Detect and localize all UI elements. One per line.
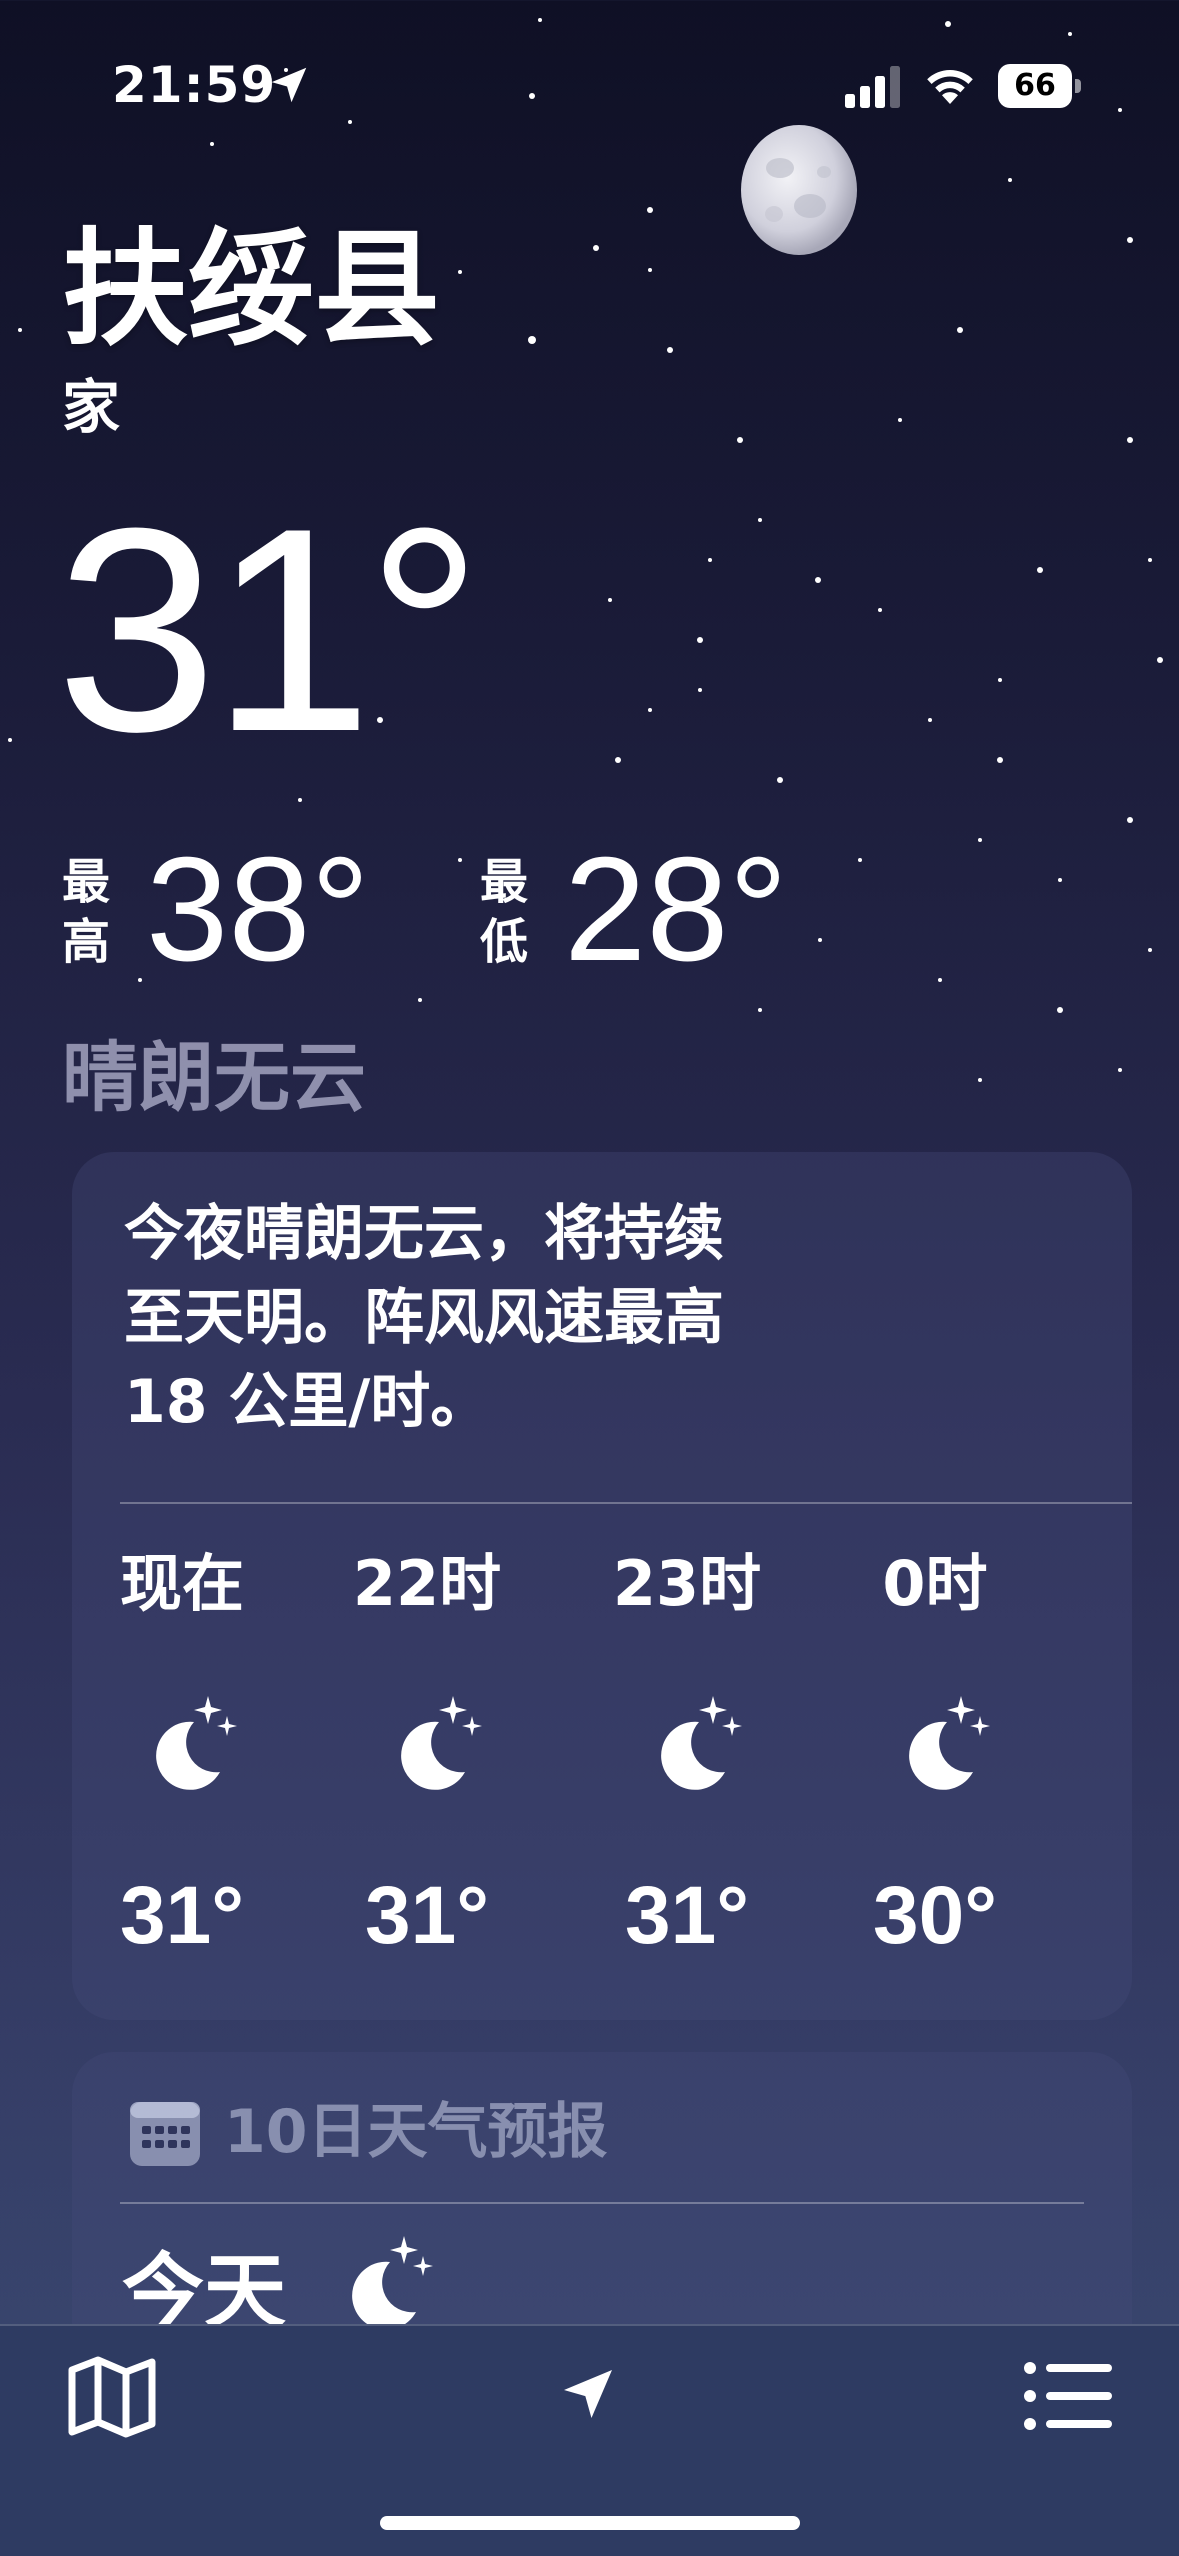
status-bar: 21:59 66 <box>0 0 1179 160</box>
weather-condition: 晴朗无云 <box>62 1033 366 1122</box>
bottom-toolbar <box>0 2324 1179 2556</box>
home-indicator[interactable] <box>380 2516 800 2530</box>
high-low-row: 最 高 38° 最 低 28° <box>62 830 962 990</box>
moon-stars-icon <box>401 1696 482 1790</box>
moon-image <box>741 125 857 255</box>
hour-label: 现在 <box>119 1547 244 1620</box>
card-divider <box>120 2202 1084 2204</box>
battery-icon: 66 <box>998 64 1081 108</box>
hour-temperature: 31° <box>119 1870 244 1961</box>
wifi-icon <box>927 69 973 104</box>
forecast-title: 10日天气预报 <box>224 2097 608 2167</box>
low-temperature: 28° <box>564 827 788 992</box>
moon-stars-icon <box>156 1696 237 1790</box>
hour-label: 0时 <box>882 1547 988 1620</box>
hour-item-23[interactable]: 23时 31° <box>577 1152 797 2020</box>
high-temperature: 38° <box>146 827 370 992</box>
hour-label: 23时 <box>612 1547 762 1620</box>
moon-stars-icon <box>909 1696 990 1790</box>
hour-item-22[interactable]: 22时 31° <box>317 1152 537 2020</box>
hour-item-0[interactable]: 0时 30° <box>825 1152 1045 2020</box>
current-temperature: 31° <box>56 468 483 792</box>
location-arrow-icon <box>271 67 307 103</box>
calendar-icon <box>130 2102 200 2166</box>
location-arrow-icon[interactable] <box>556 2362 620 2426</box>
city-name: 扶绥县 <box>62 216 440 363</box>
hourly-forecast-card[interactable]: 今夜晴朗无云，将持续 至天明。阵风风速最高 18 公里/时。 现在 31° 22… <box>72 1152 1132 2020</box>
list-icon[interactable] <box>1022 2356 1114 2436</box>
status-time: 21:59 <box>112 56 277 114</box>
battery-level: 66 <box>1014 68 1056 103</box>
hour-label: 22时 <box>352 1547 502 1620</box>
moon-stars-icon <box>661 1696 742 1790</box>
hour-temperature: 30° <box>872 1870 997 1961</box>
location-subtitle: 家 <box>62 373 121 441</box>
hour-item-now[interactable]: 现在 31° <box>72 1152 292 2020</box>
hour-temperature: 31° <box>364 1870 489 1961</box>
hour-temperature: 31° <box>624 1870 749 1961</box>
high-label: 最 高 <box>62 854 111 970</box>
map-icon[interactable] <box>66 2352 158 2442</box>
cellular-signal-icon <box>845 66 900 108</box>
low-label: 最 低 <box>480 854 529 970</box>
